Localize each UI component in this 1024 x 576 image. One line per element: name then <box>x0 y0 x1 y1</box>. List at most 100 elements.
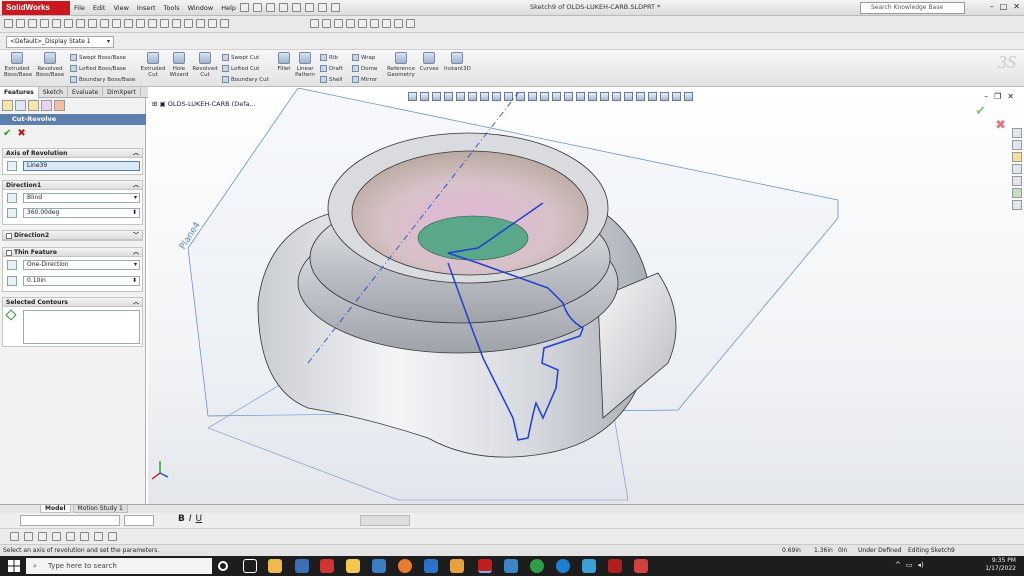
pan-icon[interactable] <box>346 19 355 28</box>
draft-button[interactable]: Draft <box>320 65 343 72</box>
revolved-cut-button[interactable]: Revolved Cut <box>192 52 218 78</box>
tray-up-icon[interactable]: ^ <box>895 561 901 569</box>
dome-button[interactable]: Dome <box>352 65 377 72</box>
display-manager-icon[interactable] <box>54 100 65 111</box>
lofted-boss-button[interactable]: Lofted Boss/Base <box>70 65 126 72</box>
italic-icon[interactable]: I <box>189 514 192 524</box>
task-view-icon[interactable] <box>243 559 257 573</box>
zoom-area-icon[interactable] <box>322 19 331 28</box>
spline-icon[interactable] <box>76 19 85 28</box>
menu-window[interactable]: Window <box>188 4 214 12</box>
cancel-x-icon[interactable]: ✖ <box>17 128 25 139</box>
exit-sketch-icon[interactable] <box>220 19 229 28</box>
axis-section-header[interactable]: Axis of Revolution ︿ <box>3 149 142 158</box>
close-icon[interactable]: ✕ <box>1013 2 1020 11</box>
view-orient-icon[interactable] <box>358 19 367 28</box>
direction1-header[interactable]: Direction1 ︿ <box>3 181 142 190</box>
new-icon[interactable] <box>240 3 249 12</box>
lofted-cut-button[interactable]: Lofted Cut <box>222 65 259 72</box>
app-icon-8[interactable] <box>608 559 622 573</box>
tab-motion-study[interactable]: Motion Study 1 <box>72 505 128 513</box>
fix-icon[interactable] <box>184 19 193 28</box>
bold-icon[interactable]: B <box>178 514 185 524</box>
pattern-icon[interactable] <box>136 19 145 28</box>
spinner-icon[interactable]: ⬍ <box>132 209 137 217</box>
network-icon[interactable]: ▭ <box>906 561 913 569</box>
maximize-icon[interactable]: □ <box>1000 2 1008 11</box>
reference-geometry-button[interactable]: Reference Geometry <box>386 52 416 78</box>
reverse-direction-icon[interactable] <box>7 193 17 203</box>
graphics-area[interactable]: ⊞ ▣ OLDS-LUKEH-CARB (Defa... – ❐ ✕ ✔ ✖ P… <box>148 88 1024 504</box>
undo-icon[interactable] <box>292 3 301 12</box>
hole-wizard-button[interactable]: Hole Wizard <box>167 52 191 78</box>
swept-boss-button[interactable]: Swept Boss/Base <box>70 54 126 61</box>
sketch-spline-icon[interactable] <box>66 532 75 541</box>
linear-pattern-button[interactable]: Linear Pattern <box>294 52 316 78</box>
extruded-cut-button[interactable]: Extruded Cut <box>140 52 166 78</box>
swept-cut-button[interactable]: Swept Cut <box>222 54 259 61</box>
wrap-button[interactable]: Wrap <box>352 54 375 61</box>
rectangle-icon[interactable] <box>40 19 49 28</box>
relations-icon[interactable] <box>160 19 169 28</box>
sketch-polygon-icon[interactable] <box>94 532 103 541</box>
trim-icon[interactable] <box>88 19 97 28</box>
sigma-icon[interactable] <box>172 19 181 28</box>
direction1-type-select[interactable]: Blind ▾ <box>23 193 140 203</box>
options-icon[interactable] <box>331 3 340 12</box>
tab-dimxpert[interactable]: DimXpert <box>103 87 141 98</box>
scene-icon[interactable] <box>406 19 415 28</box>
rotate-icon[interactable] <box>334 19 343 28</box>
sketch-point-icon[interactable] <box>10 532 19 541</box>
app-icon-6[interactable] <box>504 559 518 573</box>
selected-contours-list[interactable] <box>23 310 140 344</box>
menu-tools[interactable]: Tools <box>164 4 180 12</box>
extend-icon[interactable] <box>100 19 109 28</box>
clock[interactable]: 9:35 PM 1/17/2022 <box>985 557 1016 573</box>
font-select[interactable] <box>20 515 120 526</box>
tab-sketch[interactable]: Sketch <box>39 87 68 98</box>
app-icon-5[interactable] <box>450 559 464 573</box>
menu-edit[interactable]: Edit <box>93 4 106 12</box>
configuration-manager-icon[interactable] <box>28 100 39 111</box>
curves-button[interactable]: Curves <box>418 52 440 72</box>
taskbar-search[interactable]: ⌕ Type here to search <box>26 558 212 574</box>
convert-icon[interactable] <box>208 19 217 28</box>
firefox-icon[interactable] <box>398 559 412 573</box>
rebuild-icon[interactable] <box>318 3 327 12</box>
shell-button[interactable]: Shell <box>320 76 342 83</box>
zoom-fit-icon[interactable] <box>310 19 319 28</box>
underline-icon[interactable]: U <box>196 514 203 524</box>
sketch-text-icon[interactable] <box>108 532 117 541</box>
thin-reverse-icon[interactable] <box>7 260 17 270</box>
arc-icon[interactable] <box>64 19 73 28</box>
chrome-icon[interactable] <box>530 559 544 573</box>
boundary-boss-button[interactable]: Boundary Boss/Base <box>70 76 135 83</box>
fillet-button[interactable]: Fillet <box>274 52 294 72</box>
windows-start-icon[interactable] <box>8 560 20 572</box>
solidworks-active-icon[interactable] <box>478 559 492 573</box>
volume-icon[interactable]: ◂) <box>918 561 924 569</box>
spinner-icon[interactable]: ⬍ <box>132 277 137 285</box>
app-icon-1[interactable] <box>268 559 282 573</box>
thin-type-select[interactable]: One-Direction ▾ <box>23 260 140 270</box>
tab-features[interactable]: Features <box>0 87 39 98</box>
knowledge-base-search[interactable]: Search Knowledge Base <box>860 2 965 14</box>
property-manager-icon[interactable] <box>15 100 26 111</box>
sketch-icon[interactable] <box>4 19 13 28</box>
app-icon-7[interactable] <box>582 559 596 573</box>
smart-dimension-icon[interactable] <box>16 19 25 28</box>
grid-icon[interactable] <box>196 19 205 28</box>
minimize-icon[interactable]: – <box>990 2 994 11</box>
sketch-ellipse-icon[interactable] <box>80 532 89 541</box>
sketch-line-icon[interactable] <box>52 532 61 541</box>
app-icon-4[interactable] <box>424 559 438 573</box>
direction2-checkbox[interactable] <box>6 232 12 239</box>
sketch-arc-icon[interactable] <box>38 532 47 541</box>
print-icon[interactable] <box>279 3 288 12</box>
line-icon[interactable] <box>28 19 37 28</box>
cortana-icon[interactable] <box>218 561 228 571</box>
direction2-header[interactable]: Direction2 ﹀ <box>3 231 142 240</box>
offset-icon[interactable] <box>112 19 121 28</box>
select-icon[interactable] <box>305 3 314 12</box>
thin-thickness-input[interactable]: 0.10in ⬍ <box>23 276 140 286</box>
